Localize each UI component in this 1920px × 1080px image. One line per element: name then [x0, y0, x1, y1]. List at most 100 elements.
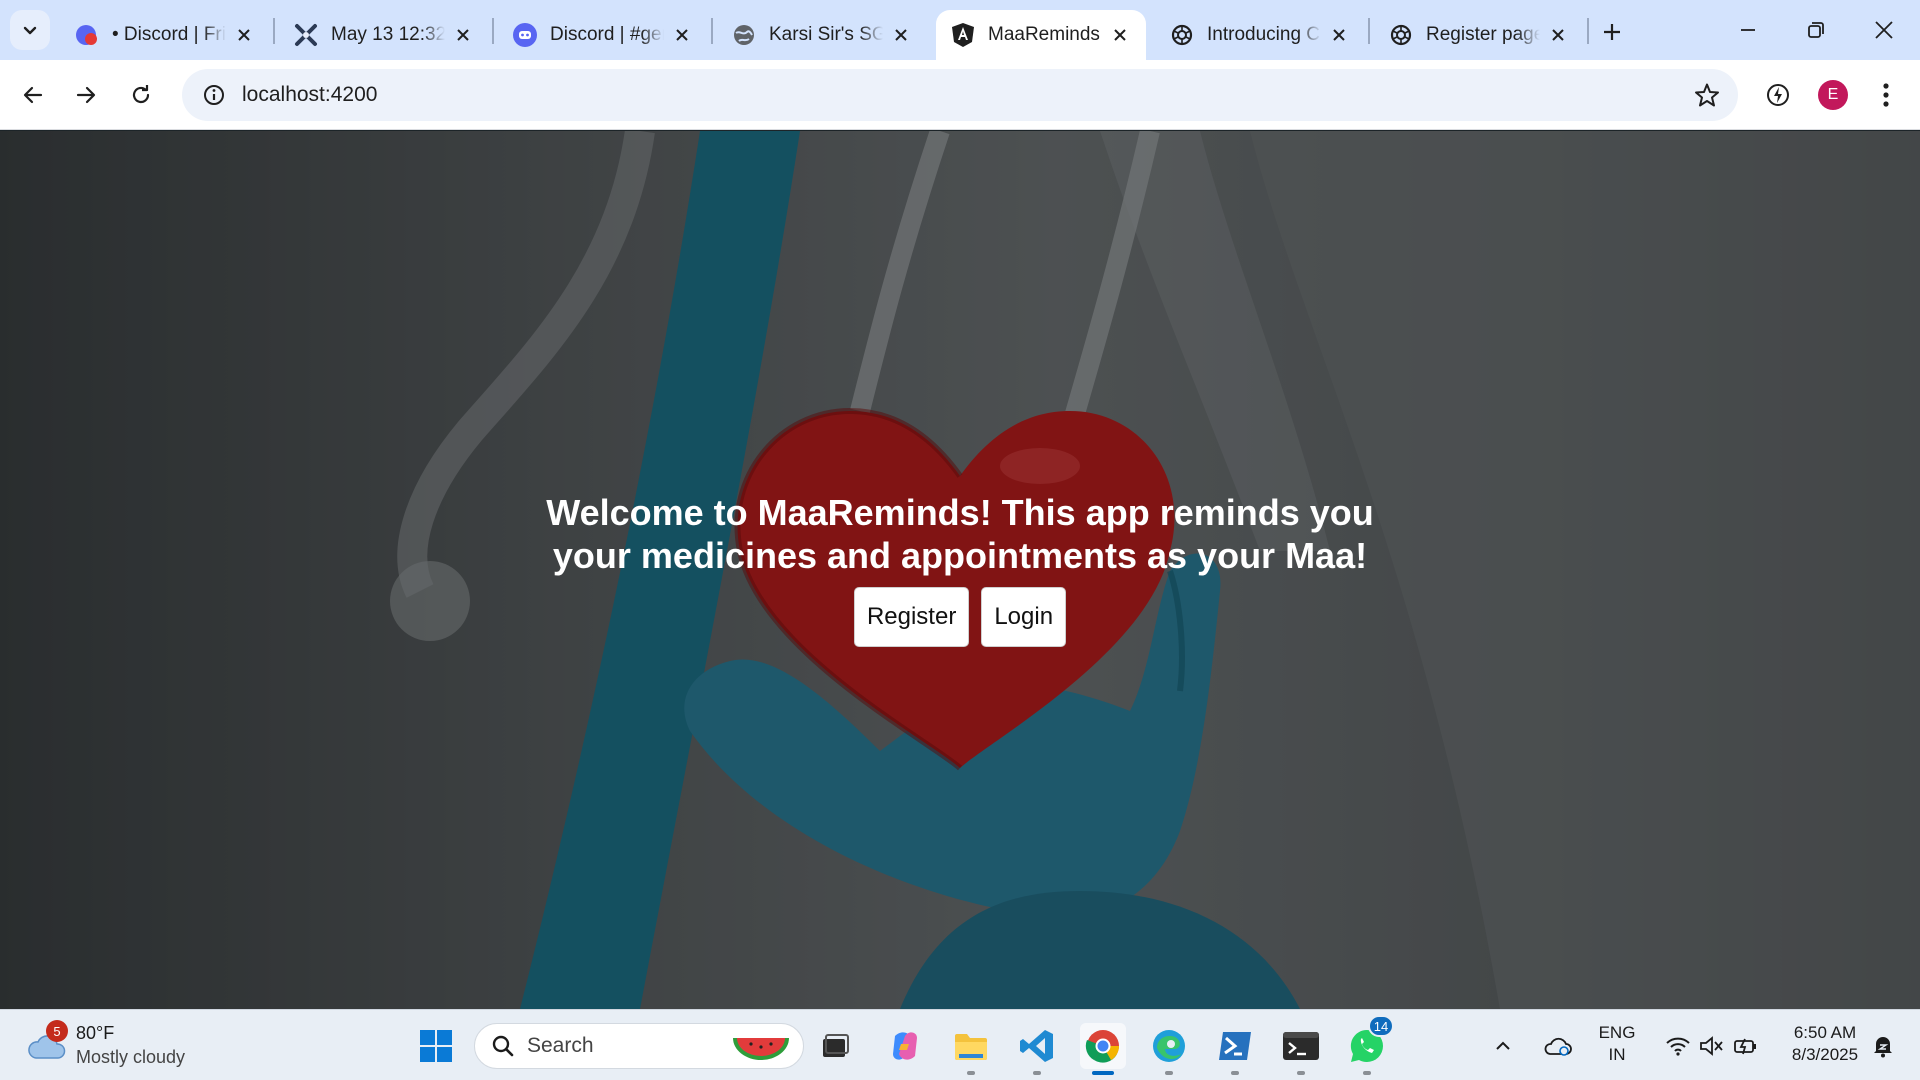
- whatsapp-unread-badge: 14: [1368, 1015, 1394, 1037]
- hero-content: Welcome to MaaReminds! This app reminds …: [0, 491, 1920, 647]
- arrow-right-icon: [76, 86, 96, 104]
- onedrive-cloud-icon: [1544, 1037, 1572, 1056]
- tab-search-button[interactable]: [10, 10, 50, 50]
- minimize-icon: [1741, 29, 1755, 31]
- tab-maareminds[interactable]: MaaReminds: [936, 10, 1146, 60]
- running-indicator: [1231, 1071, 1239, 1075]
- tab-karsi-sir[interactable]: Karsi Sir's SGT: [717, 10, 927, 60]
- restore-icon: [1808, 22, 1824, 38]
- taskbar-powershell[interactable]: [1212, 1023, 1258, 1075]
- address-url[interactable]: localhost:4200: [242, 83, 377, 107]
- search-label: Search: [527, 1034, 594, 1057]
- running-indicator: [1092, 1071, 1114, 1075]
- windows-logo-icon: [420, 1030, 452, 1062]
- weather-temperature: 80°F: [76, 1023, 115, 1043]
- clock[interactable]: 6:50 AM 8/3/2025: [1780, 1022, 1870, 1066]
- tab-register-page[interactable]: Register page: [1374, 10, 1584, 60]
- taskbar-copilot[interactable]: [882, 1023, 928, 1069]
- tab-separator: [1587, 18, 1589, 44]
- welcome-headline: Welcome to MaaReminds! This app reminds …: [546, 492, 1374, 576]
- weather-widget[interactable]: 5 80°F Mostly cloudy: [26, 1020, 206, 1070]
- plus-icon: [1604, 24, 1620, 40]
- tab-title: Discord | #general: [550, 24, 664, 45]
- reload-button[interactable]: [120, 74, 162, 116]
- taskbar-search[interactable]: Search: [474, 1023, 804, 1069]
- quick-settings-button[interactable]: [1652, 1023, 1772, 1069]
- tab-separator: [492, 18, 494, 44]
- close-icon[interactable]: [670, 23, 694, 47]
- close-icon[interactable]: [1108, 23, 1132, 47]
- close-icon[interactable]: [1327, 23, 1351, 47]
- folder-icon: [955, 1034, 987, 1060]
- taskbar-file-explorer[interactable]: [948, 1023, 994, 1075]
- watermelon-icon: [733, 1038, 789, 1060]
- taskbar-whatsapp[interactable]: 14: [1344, 1015, 1394, 1075]
- back-button[interactable]: [12, 74, 54, 116]
- arrow-left-icon: [23, 86, 43, 104]
- language-indicator[interactable]: ENG IN: [1592, 1022, 1642, 1066]
- notifications-button[interactable]: [1866, 1023, 1900, 1069]
- show-hidden-icons-button[interactable]: [1486, 1023, 1520, 1069]
- address-bar[interactable]: localhost:4200: [182, 69, 1738, 121]
- vscode-icon: [1020, 1030, 1053, 1062]
- tab-discord-friends[interactable]: • Discord | Friends: [60, 10, 270, 60]
- clock-date: 8/3/2025: [1791, 1045, 1859, 1064]
- register-button[interactable]: Register: [853, 587, 970, 647]
- close-icon[interactable]: [451, 23, 475, 47]
- tab-separator: [1368, 18, 1370, 44]
- windows-taskbar: 5 80°F Mostly cloudy Search 14 ENG IN 6:…: [0, 1009, 1920, 1080]
- forward-button[interactable]: [65, 74, 107, 116]
- close-icon[interactable]: [232, 23, 256, 47]
- edge-icon: [1153, 1030, 1185, 1062]
- chevron-down-icon: [23, 26, 37, 35]
- clock-time: 6:50 AM: [1793, 1023, 1857, 1042]
- taskbar-chrome[interactable]: [1080, 1023, 1126, 1075]
- hero-section: Welcome to MaaReminds! This app reminds …: [0, 131, 1920, 1009]
- new-tab-button[interactable]: [1594, 14, 1630, 50]
- start-button[interactable]: [413, 1023, 459, 1069]
- tab-title: May 13 12:32: [331, 24, 445, 45]
- openai-icon: [1388, 22, 1414, 48]
- performance-icon[interactable]: [1760, 77, 1796, 113]
- copilot-icon: [893, 1032, 917, 1060]
- battery-charging-icon: [1734, 1038, 1756, 1055]
- search-icon: [492, 1035, 514, 1057]
- angular-icon: [950, 22, 976, 48]
- tab-title: Introducing ChatGPT: [1207, 24, 1321, 45]
- taskbar-edge[interactable]: [1146, 1023, 1192, 1075]
- close-icon[interactable]: [1546, 23, 1570, 47]
- onedrive-tray[interactable]: [1538, 1023, 1578, 1069]
- taskbar-terminal[interactable]: [1278, 1023, 1324, 1075]
- wifi-icon: [1666, 1037, 1690, 1056]
- tab-title: Karsi Sir's SGT: [769, 24, 883, 45]
- tab-introducing-chatgpt[interactable]: Introducing ChatGPT: [1155, 10, 1365, 60]
- region-code: IN: [1608, 1045, 1626, 1064]
- minimize-button[interactable]: [1716, 8, 1780, 52]
- task-view-button[interactable]: [812, 1023, 858, 1069]
- running-indicator: [1363, 1071, 1371, 1075]
- language-code: ENG: [1598, 1023, 1636, 1042]
- weather-alert-badge: 5: [46, 1020, 68, 1042]
- close-window-button[interactable]: [1852, 8, 1916, 52]
- dots-cross-icon: [293, 22, 319, 48]
- menu-kebab-icon[interactable]: [1868, 77, 1904, 113]
- restore-button[interactable]: [1784, 8, 1848, 52]
- browser-toolbar: localhost:4200 E: [0, 60, 1920, 130]
- tab-separator: [273, 18, 275, 44]
- bookmark-star-icon[interactable]: [1694, 82, 1720, 108]
- chevron-up-icon: [1496, 1041, 1510, 1050]
- site-info-icon[interactable]: [188, 69, 240, 121]
- taskbar-vscode[interactable]: [1014, 1023, 1060, 1075]
- profile-avatar[interactable]: E: [1818, 80, 1848, 110]
- running-indicator: [967, 1071, 975, 1075]
- running-indicator: [1297, 1071, 1305, 1075]
- openai-icon: [1169, 22, 1195, 48]
- close-icon[interactable]: [889, 23, 913, 47]
- discord-icon: [512, 22, 538, 48]
- chrome-icon: [1085, 1030, 1120, 1063]
- login-button[interactable]: Login: [981, 587, 1067, 647]
- tab-title: Register page: [1426, 24, 1540, 45]
- tab-discord-general[interactable]: Discord | #general: [498, 10, 708, 60]
- tab-may-13[interactable]: May 13 12:32: [279, 10, 489, 60]
- running-indicator: [1033, 1071, 1041, 1075]
